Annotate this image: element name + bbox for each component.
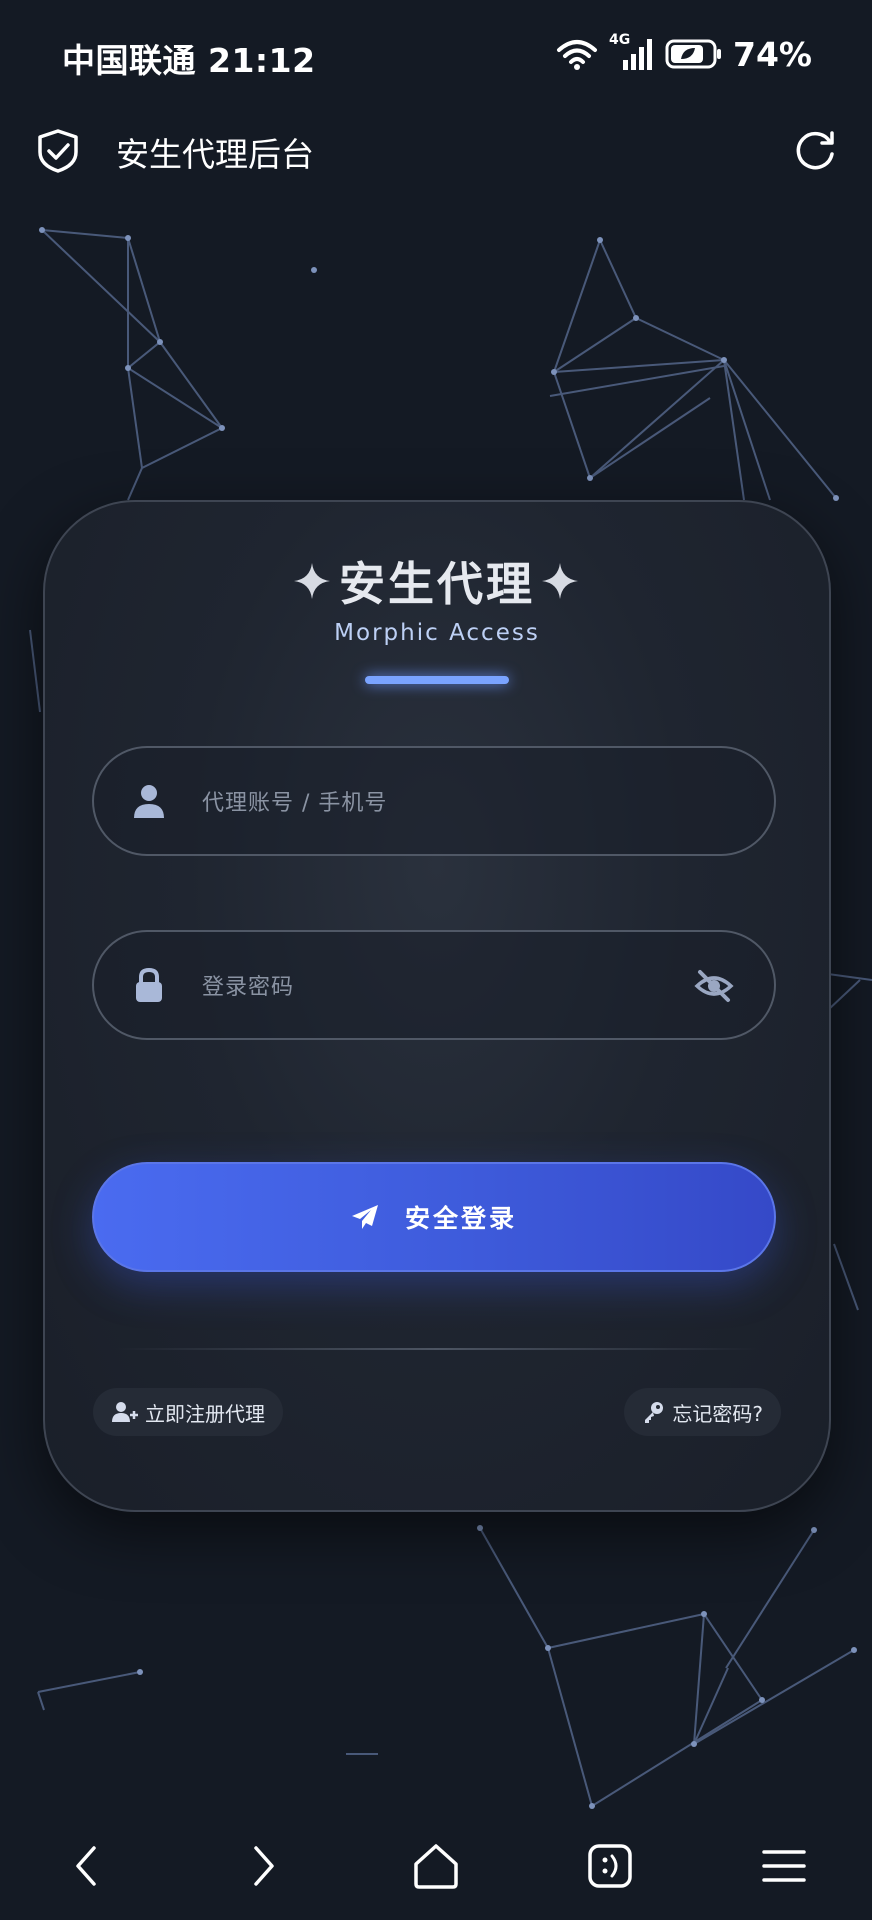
- menu-icon[interactable]: [754, 1836, 814, 1896]
- title-underline: [365, 676, 509, 684]
- battery-icon: [665, 39, 721, 69]
- login-button[interactable]: 安全登录: [92, 1162, 776, 1272]
- forgot-password-label: 忘记密码?: [672, 1401, 763, 1426]
- status-bar: 中国联通 21:12 4G 74%: [0, 0, 872, 110]
- refresh-icon[interactable]: [792, 128, 838, 174]
- register-link[interactable]: 立即注册代理: [93, 1388, 283, 1436]
- send-icon: [351, 1205, 378, 1229]
- lock-icon: [136, 967, 162, 1002]
- carrier-time: 中国联通 21:12: [62, 41, 316, 80]
- username-input[interactable]: [200, 772, 674, 834]
- card-subtitle: Morphic Access: [334, 620, 540, 646]
- forward-icon[interactable]: [232, 1836, 292, 1896]
- register-link-label: 立即注册代理: [145, 1401, 265, 1426]
- sparkle-icon: [542, 563, 578, 599]
- status-icons: 4G 74%: [555, 32, 812, 74]
- wifi-icon: [557, 40, 597, 70]
- key-icon: [645, 1402, 664, 1423]
- battery-percent: 74%: [733, 34, 812, 74]
- user-plus-icon: [112, 1402, 138, 1422]
- user-icon: [134, 785, 164, 818]
- app-bar: 安生代理后台: [0, 110, 872, 190]
- browser-nav-bar: [0, 1810, 872, 1920]
- app-title: 安生代理后台: [116, 135, 314, 174]
- username-field[interactable]: [92, 746, 776, 856]
- tabs-icon[interactable]: [580, 1836, 640, 1896]
- login-button-label: 安全登录: [404, 1204, 517, 1233]
- back-icon[interactable]: [58, 1836, 118, 1896]
- home-icon[interactable]: [406, 1836, 466, 1896]
- divider: [115, 1348, 759, 1350]
- signal-4g-icon: 4G: [609, 32, 655, 72]
- shield-check-icon: [38, 129, 78, 173]
- password-field[interactable]: [92, 930, 776, 1040]
- forgot-password-link[interactable]: 忘记密码?: [624, 1388, 781, 1436]
- card-title: 安生代理: [339, 557, 535, 611]
- eye-off-icon[interactable]: [694, 968, 734, 1004]
- password-input[interactable]: [200, 956, 674, 1018]
- login-card: 安生代理 Morphic Access 安全登录: [43, 500, 831, 1512]
